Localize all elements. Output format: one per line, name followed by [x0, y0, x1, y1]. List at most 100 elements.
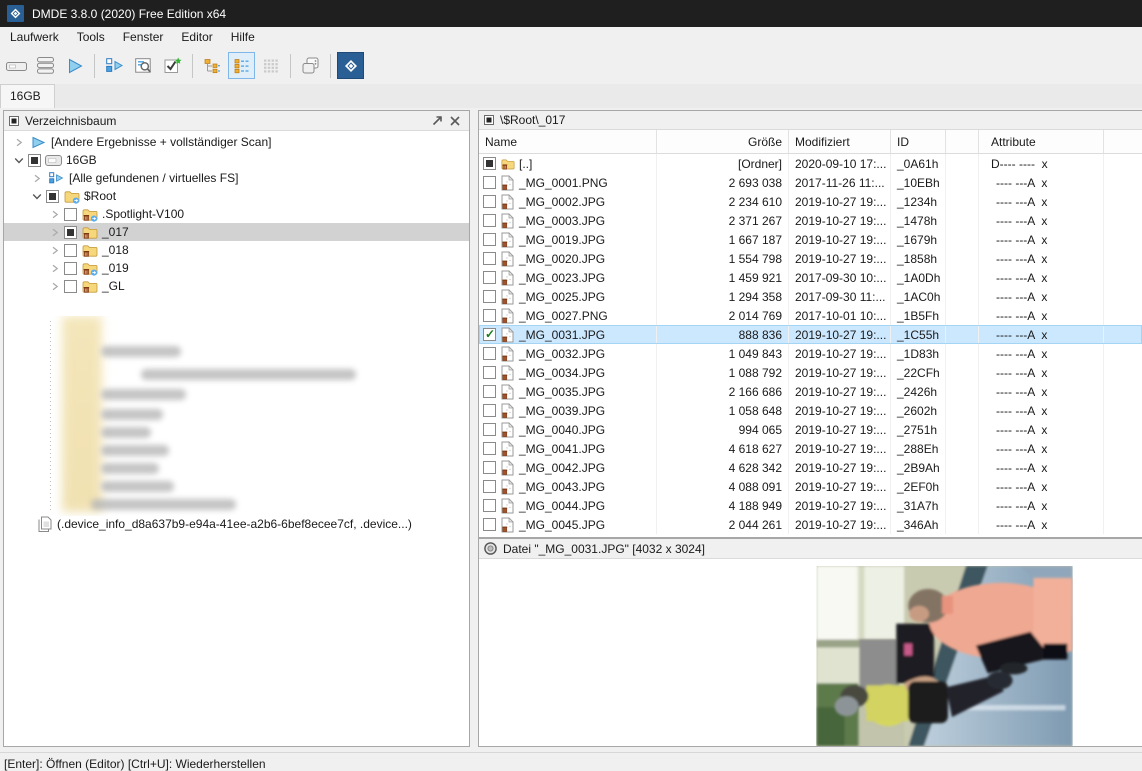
- file-checkbox[interactable]: [483, 233, 496, 246]
- file-checkbox[interactable]: [483, 157, 496, 170]
- file-row[interactable]: _MG_0001.PNG 2 693 038 2017-11-26 11:... _1…: [479, 173, 1142, 192]
- file-checkbox[interactable]: [483, 480, 496, 493]
- menu-editor[interactable]: Editor: [172, 27, 221, 47]
- file-checkbox[interactable]: [483, 461, 496, 474]
- column-header-attribute[interactable]: Attribute: [979, 130, 1104, 153]
- toolbar-button-volumes-icon[interactable]: [32, 52, 59, 79]
- tree-checkbox[interactable]: [64, 207, 77, 221]
- tree-checkbox[interactable]: [64, 279, 77, 293]
- tree-item-root[interactable]: $Root: [4, 187, 469, 205]
- toolbar-button-windows-layout-icon[interactable]: [297, 52, 324, 79]
- toolbar-button-scan-icon[interactable]: [101, 52, 128, 79]
- menu-tools[interactable]: Tools: [68, 27, 114, 47]
- toolbar-button-recover-check-icon[interactable]: [159, 52, 186, 79]
- file-row[interactable]: _MG_0044.JPG 4 188 949 2019-10-27 19:... _3…: [479, 496, 1142, 515]
- chevron-right-icon[interactable]: [46, 246, 64, 255]
- file-checkbox[interactable]: [483, 442, 496, 455]
- file-row[interactable]: _MG_0031.JPG 888 8362019-10-27 19:..._1C5…: [479, 325, 1142, 344]
- file-row[interactable]: _MG_0039.JPG 1 058 648 2019-10-27 19:... _2…: [479, 401, 1142, 420]
- chevron-right-icon[interactable]: [46, 282, 64, 291]
- toolbar-button-list-view-icon[interactable]: [228, 52, 255, 79]
- chevron-right-icon[interactable]: [46, 210, 64, 219]
- file-checkbox[interactable]: [483, 327, 496, 341]
- device-info-item[interactable]: (.device_info_d8a637b9-e94a-41ee-a2b6-6b…: [4, 515, 469, 533]
- close-panel-icon[interactable]: [446, 113, 464, 129]
- column-header-id[interactable]: ID: [891, 130, 946, 153]
- preview-panel: Datei "_MG_0031.JPG" [4032 x 3024]: [478, 538, 1142, 747]
- file-row[interactable]: _MG_0003.JPG 2 371 267 2019-10-27 19:... _1…: [479, 211, 1142, 230]
- file-name-cell: _MG_0032.JPG: [479, 344, 657, 363]
- tree-checkbox[interactable]: [64, 261, 77, 275]
- file-checkbox[interactable]: [483, 309, 496, 322]
- file-row[interactable]: _MG_0020.JPG 1 554 798 2019-10-27 19:... _1…: [479, 249, 1142, 268]
- file-checkbox[interactable]: [483, 290, 496, 303]
- file-checkbox[interactable]: [483, 347, 496, 360]
- chevron-right-icon[interactable]: [46, 264, 64, 273]
- undock-panel-icon[interactable]: [428, 113, 446, 129]
- chevron-down-icon[interactable]: [10, 156, 28, 165]
- toolbar-button-search-icon[interactable]: [130, 52, 157, 79]
- spacer: [946, 287, 979, 306]
- toolbar-separator: [94, 53, 95, 78]
- file-row[interactable]: _MG_0042.JPG 4 628 342 2019-10-27 19:... _2…: [479, 458, 1142, 477]
- file-checkbox[interactable]: [483, 404, 496, 417]
- file-checkbox[interactable]: [483, 176, 496, 189]
- file-checkbox[interactable]: [483, 214, 496, 227]
- tree-item-alle-gefundenen-virtuelles-fs[interactable]: [Alle gefundenen / virtuelles FS]: [4, 169, 469, 187]
- file-row[interactable]: _MG_0027.PNG 2 014 769 2017-10-01 10:... _1…: [479, 306, 1142, 325]
- file-row[interactable]: _MG_0023.JPG 1 459 921 2017-09-30 10:... _1…: [479, 268, 1142, 287]
- tree-checkbox[interactable]: [64, 243, 77, 257]
- tree-item-018[interactable]: _018: [4, 241, 469, 259]
- column-header-name[interactable]: Name: [479, 130, 657, 153]
- chevron-right-icon[interactable]: [46, 228, 64, 237]
- file-checkbox[interactable]: [483, 195, 496, 208]
- tab-16gb[interactable]: 16GB: [0, 84, 55, 108]
- file-checkbox[interactable]: [483, 423, 496, 436]
- menu-fenster[interactable]: Fenster: [114, 27, 173, 47]
- file-row[interactable]: _MG_0019.JPG 1 667 187 2019-10-27 19:... _1…: [479, 230, 1142, 249]
- menu-hilfe[interactable]: Hilfe: [222, 27, 264, 47]
- tree-item-16gb[interactable]: 16GB: [4, 151, 469, 169]
- menu-laufwerk[interactable]: Laufwerk: [1, 27, 68, 47]
- file-checkbox[interactable]: [483, 518, 496, 531]
- file-deleted-icon: [501, 231, 515, 248]
- tree-item-andere-ergebnisse-vollst-ndiger-scan[interactable]: [Andere Ergebnisse + vollständiger Scan]: [4, 133, 469, 151]
- file-row[interactable]: [..] [Ordner] 2020-09-10 17:... _0A61h D----…: [479, 154, 1142, 173]
- file-row[interactable]: _MG_0002.JPG 2 234 610 2019-10-27 19:... _1…: [479, 192, 1142, 211]
- file-size: 4 188 949: [657, 496, 789, 515]
- file-row[interactable]: _MG_0035.JPG 2 166 686 2019-10-27 19:... _2…: [479, 382, 1142, 401]
- tree-checkbox[interactable]: [28, 153, 41, 167]
- file-row[interactable]: _MG_0025.JPG 1 294 358 2017-09-30 11:... _1…: [479, 287, 1142, 306]
- file-checkbox[interactable]: [483, 271, 496, 284]
- chevron-right-icon[interactable]: [10, 138, 28, 147]
- file-row[interactable]: _MG_0045.JPG 2 044 261 2019-10-27 19:... _3…: [479, 515, 1142, 534]
- file-size: 994 065: [657, 420, 789, 439]
- toolbar-button-tree-view-icon[interactable]: [199, 52, 226, 79]
- file-row[interactable]: _MG_0041.JPG 4 618 627 2019-10-27 19:... _2…: [479, 439, 1142, 458]
- file-size: 1 294 358: [657, 287, 789, 306]
- tree-item-019[interactable]: _019: [4, 259, 469, 277]
- tree-checkbox[interactable]: [46, 189, 59, 203]
- column-header-größe[interactable]: Größe: [657, 130, 789, 153]
- tree-item-spotlight-v100[interactable]: .Spotlight-V100: [4, 205, 469, 223]
- file-checkbox[interactable]: [483, 499, 496, 512]
- tree-checkbox[interactable]: [64, 225, 77, 239]
- chevron-right-icon[interactable]: [28, 174, 46, 183]
- tree-item-gl[interactable]: _GL: [4, 277, 469, 295]
- file-row[interactable]: _MG_0040.JPG 994 065 2019-10-27 19:... _275…: [479, 420, 1142, 439]
- file-row[interactable]: _MG_0032.JPG 1 049 843 2019-10-27 19:... _1…: [479, 344, 1142, 363]
- file-row[interactable]: _MG_0043.JPG 4 088 091 2019-10-27 19:... _2…: [479, 477, 1142, 496]
- toolbar-button-open-play-icon[interactable]: [61, 52, 88, 79]
- file-checkbox[interactable]: [483, 366, 496, 379]
- file-checkbox[interactable]: [483, 385, 496, 398]
- tree-item-017[interactable]: _017: [4, 223, 469, 241]
- file-row[interactable]: _MG_0034.JPG 1 088 792 2019-10-27 19:... _2…: [479, 363, 1142, 382]
- toolbar-button-device-icon[interactable]: [3, 52, 30, 79]
- toolbar-button-dmde-logo-icon[interactable]: [337, 52, 364, 79]
- file-checkbox[interactable]: [483, 252, 496, 265]
- column-header-modifiziert[interactable]: Modifiziert: [789, 130, 891, 153]
- file-modified: 2019-10-27 19:...: [789, 420, 891, 439]
- file-attributes: D---- ---- x: [979, 154, 1104, 173]
- toolbar-button-grid-view-icon[interactable]: [257, 52, 284, 79]
- chevron-down-icon[interactable]: [28, 192, 46, 201]
